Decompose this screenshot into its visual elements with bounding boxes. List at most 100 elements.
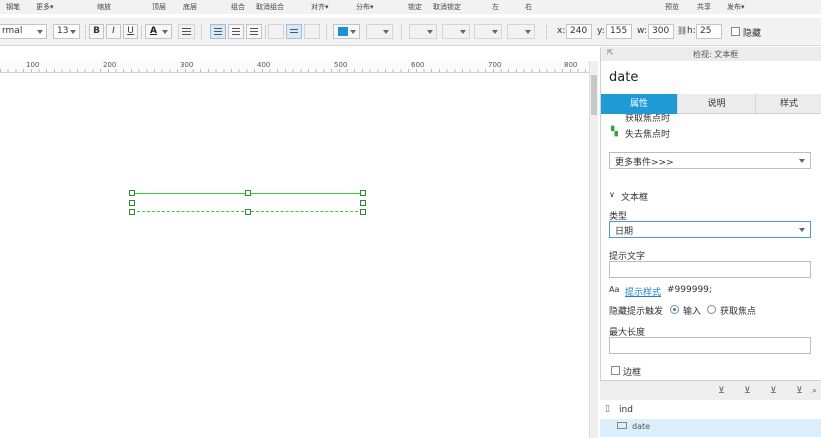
widget-name-field[interactable]: date — [609, 70, 638, 85]
valign-top-button[interactable] — [268, 24, 284, 39]
more-events-select[interactable]: 更多事件>>> — [609, 152, 811, 169]
underline-button[interactable]: U — [123, 24, 138, 39]
y-value: 155 — [610, 26, 628, 36]
type-select[interactable]: 日期 — [609, 221, 811, 238]
menu-right[interactable]: 右 — [525, 2, 532, 12]
bullet-list-button[interactable] — [178, 24, 195, 39]
resize-handle-bottom-right[interactable] — [360, 209, 366, 215]
section-collapse-icon[interactable]: ∨ — [609, 190, 615, 199]
menu-preview[interactable]: 预览 — [665, 2, 679, 12]
w-label: w: — [637, 26, 647, 36]
font-family-select[interactable]: rmal — [0, 24, 47, 39]
toolbar-divider — [546, 25, 547, 39]
resize-handle-bottom[interactable] — [245, 209, 251, 215]
ruler-tick: 200 — [103, 61, 117, 69]
italic-button[interactable]: I — [106, 24, 121, 39]
menu-unlock[interactable]: 取消锁定 — [433, 2, 461, 12]
menu-bring-to-front[interactable]: 顶层 — [152, 2, 166, 12]
align-center-button[interactable] — [228, 24, 244, 39]
outline-list: ▯ ind date — [600, 400, 821, 438]
radio-focus[interactable] — [707, 305, 716, 314]
resize-handle-top[interactable] — [245, 190, 251, 196]
menu-distribute[interactable]: 分布▾ — [356, 2, 374, 12]
filter-icon[interactable]: ⊻ — [718, 386, 725, 396]
event-blur-label: 失去焦点时 — [625, 130, 671, 140]
filter-icon[interactable]: ⊻ — [770, 386, 777, 396]
toolbar-divider — [141, 25, 142, 39]
filter-icon[interactable]: ⊻ — [744, 386, 751, 396]
resize-handle-right[interactable] — [360, 200, 366, 206]
valign-middle-icon — [290, 29, 298, 34]
resize-handle-bottom-left[interactable] — [129, 209, 135, 215]
menu-pen[interactable]: 钢笔 — [6, 2, 20, 12]
menu-lock[interactable]: 锁定 — [408, 2, 422, 12]
menu-share[interactable]: 共享 — [697, 2, 711, 12]
menu-more[interactable]: 更多▾ — [36, 2, 54, 12]
menu-zoom[interactable]: 缩放 — [97, 2, 111, 12]
outline-widget-row[interactable]: date — [600, 419, 821, 437]
toolbar-divider — [401, 25, 402, 39]
font-color-button[interactable]: A — [145, 24, 172, 39]
canvas-scrollbar[interactable] — [589, 61, 598, 438]
event-item-blur[interactable]: ▚ 失去焦点时 — [611, 127, 671, 140]
hide-checkbox[interactable] — [731, 27, 740, 36]
outline-page-row[interactable]: ▯ ind — [600, 401, 821, 419]
list-icon — [182, 28, 191, 35]
tab-style[interactable]: 样式 — [756, 94, 821, 114]
collapse-panel-icon[interactable]: ⇱ — [607, 48, 614, 57]
max-length-input[interactable] — [609, 337, 811, 354]
x-input[interactable]: 240 — [566, 24, 592, 39]
ruler-tick: 800 — [564, 61, 578, 69]
chevron-down-icon — [460, 30, 466, 34]
bold-button[interactable]: B — [89, 24, 104, 39]
menu-publish[interactable]: 发布▾ — [727, 2, 745, 12]
arrow-style-button[interactable] — [507, 24, 535, 39]
y-input[interactable]: 155 — [606, 24, 632, 39]
radio-focus-label: 获取焦点 — [720, 307, 757, 317]
inspector-header: ⇱ 检视: 文本框 — [601, 47, 821, 61]
hint-text-input[interactable] — [609, 261, 811, 278]
hint-style-link[interactable]: 提示样式 — [625, 285, 661, 298]
line-width-button[interactable] — [442, 24, 470, 39]
align-left-button[interactable] — [210, 24, 226, 39]
menu-send-to-back[interactable]: 底层 — [183, 2, 197, 12]
menu-group[interactable]: 组合 — [231, 2, 245, 12]
menu-left[interactable]: 左 — [492, 2, 499, 12]
section-title-textbox: 文本框 — [621, 193, 649, 203]
radio-input[interactable] — [670, 305, 679, 314]
lock-ratio-icon[interactable]: ⛓ — [677, 26, 687, 35]
scrollbar-thumb[interactable] — [591, 75, 597, 115]
tab-notes[interactable]: 说明 — [678, 94, 756, 114]
valign-bottom-button[interactable] — [304, 24, 320, 39]
hint-style-icon: Aa — [609, 285, 620, 294]
type-value: 日期 — [615, 227, 634, 237]
line-style-button[interactable] — [474, 24, 502, 39]
align-right-button[interactable] — [246, 24, 262, 39]
align-left-icon — [214, 28, 222, 35]
toolbar-divider — [85, 25, 86, 39]
design-canvas[interactable] — [0, 74, 589, 438]
menu-ungroup[interactable]: 取消组合 — [256, 2, 284, 12]
valign-middle-button[interactable] — [286, 24, 302, 39]
page-icon: ▯ — [605, 404, 610, 414]
font-size-select[interactable]: 13 — [53, 24, 80, 39]
chevron-down-icon — [525, 30, 531, 34]
border-checkbox[interactable] — [611, 366, 620, 375]
resize-handle-left[interactable] — [129, 200, 135, 206]
search-icon[interactable]: ⌕ — [812, 386, 817, 396]
event-item-focus[interactable]: ↖ 获取焦点时 — [625, 114, 670, 123]
chevron-down-icon — [70, 30, 76, 34]
shadow-button[interactable] — [366, 24, 393, 39]
filter-icon[interactable]: ⊻ — [796, 386, 803, 396]
resize-handle-top-right[interactable] — [360, 190, 366, 196]
width-input[interactable]: 300 — [648, 24, 674, 39]
menu-align[interactable]: 对齐▾ — [311, 2, 329, 12]
ruler-tick: 100 — [26, 61, 40, 69]
menu-strip: 钢笔 更多▾ 缩放 顶层 底层 组合 取消组合 对齐▾ 分布▾ 锁定 取消锁定 … — [0, 0, 821, 14]
line-color-button[interactable] — [409, 24, 437, 39]
height-input[interactable]: 25 — [696, 24, 722, 39]
tab-properties[interactable]: 属性 — [601, 94, 678, 114]
resize-handle-top-left[interactable] — [129, 190, 135, 196]
fill-color-button[interactable] — [333, 24, 360, 39]
toolbar-divider — [201, 25, 202, 39]
